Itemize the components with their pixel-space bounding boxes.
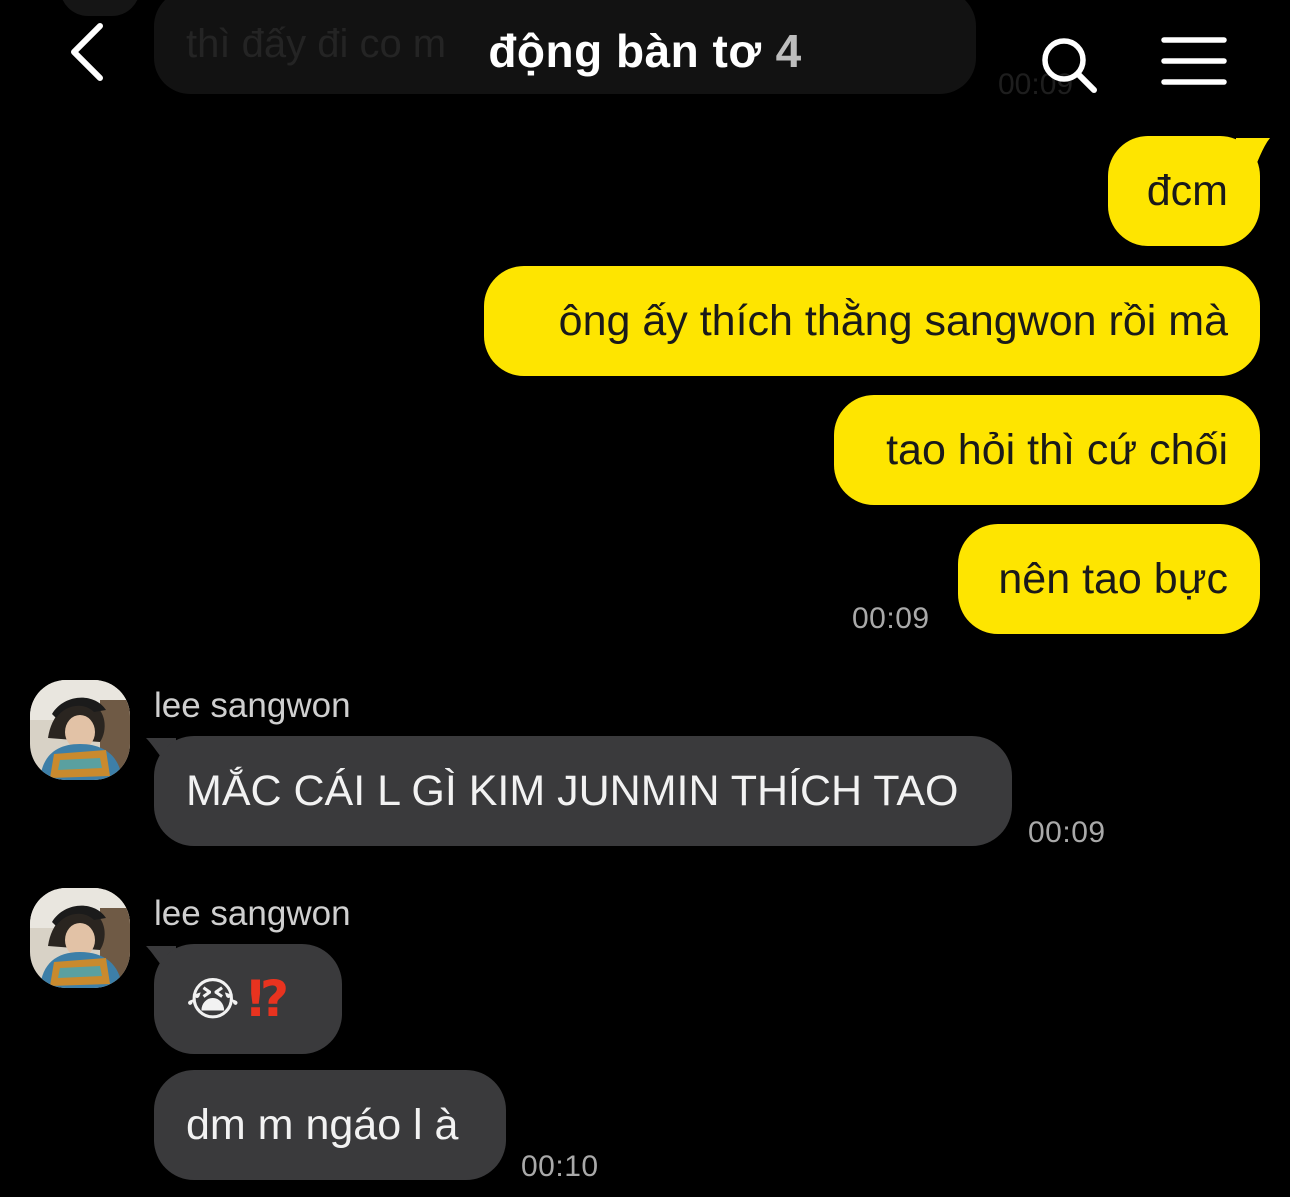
message-time: 00:09: [1028, 816, 1106, 849]
incoming-emoji-message[interactable]: 😭 ⁉: [154, 944, 342, 1054]
menu-button[interactable]: [1160, 34, 1230, 88]
outgoing-message[interactable]: đcm: [1108, 136, 1260, 246]
search-button[interactable]: [1038, 34, 1100, 96]
message-time: 00:10: [521, 1150, 599, 1183]
profile-photo: [30, 680, 130, 780]
outgoing-message[interactable]: nên tao bực: [958, 524, 1260, 634]
exclamation-question-mark-emoji: ⁉: [247, 971, 289, 1027]
chat-header: động bàn tơ 4: [0, 0, 1290, 110]
message-text: dm m ngáo l à: [186, 1100, 459, 1149]
message-text: nên tao bực: [998, 554, 1228, 603]
outgoing-message[interactable]: ông ấy thích thằng sangwon rồi mà: [484, 266, 1260, 376]
search-icon: [1042, 38, 1097, 93]
incoming-message[interactable]: MẮC CÁI L GÌ KIM JUNMIN THÍCH TAO: [154, 736, 1012, 846]
message-text: MẮC CÁI L GÌ KIM JUNMIN THÍCH TAO: [186, 766, 959, 815]
message-time: 00:09: [852, 602, 930, 635]
member-count: 4: [775, 25, 802, 77]
message-text: đcm: [1146, 166, 1228, 215]
message-text: ông ấy thích thằng sangwon rồi mà: [558, 296, 1228, 345]
message-text: tao hỏi thì cứ chối: [886, 425, 1228, 474]
avatar[interactable]: [30, 888, 130, 988]
incoming-message[interactable]: dm m ngáo l à: [154, 1070, 506, 1180]
outgoing-message[interactable]: tao hỏi thì cứ chối: [834, 395, 1260, 505]
sender-name: lee sangwon: [154, 894, 351, 933]
chat-name: động bàn tơ: [488, 25, 762, 77]
profile-photo: [30, 888, 130, 988]
loudly-crying-face-emoji: 😭: [186, 973, 240, 1025]
sender-name: lee sangwon: [154, 686, 351, 725]
hamburger-menu-icon: [1161, 37, 1227, 85]
avatar[interactable]: [30, 680, 130, 780]
